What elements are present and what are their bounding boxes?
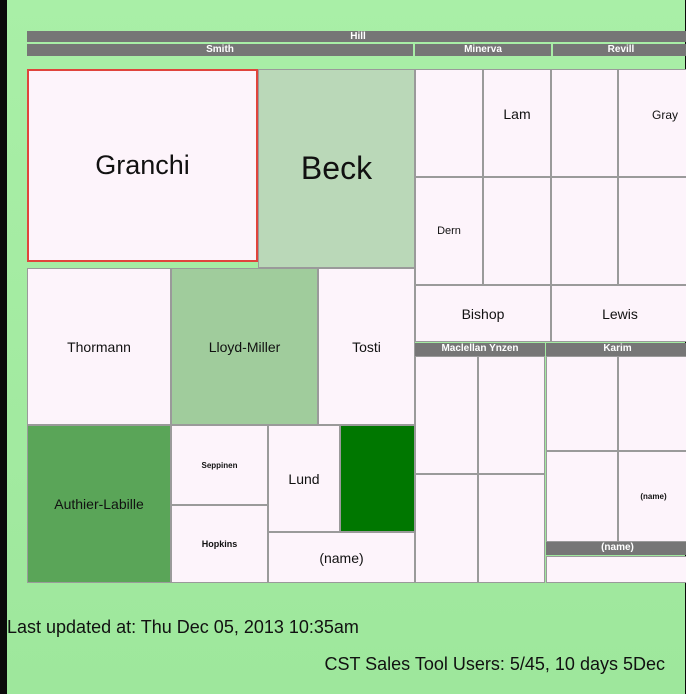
tile-label: Dern <box>437 225 461 237</box>
tile-dern[interactable]: Dern <box>415 177 483 285</box>
tile-revill-blank-1[interactable] <box>551 69 618 177</box>
tile-tosti[interactable]: Tosti <box>318 268 415 425</box>
tile-label: Authier-Labille <box>54 496 144 512</box>
tile-seppinen[interactable]: Seppinen <box>171 425 268 505</box>
tile-label: Hopkins <box>201 539 238 549</box>
tile-bishop[interactable]: Bishop <box>415 285 551 342</box>
header-hill[interactable]: Hill <box>27 31 686 42</box>
tile-revill-blank-3[interactable] <box>618 177 686 285</box>
tile-granchi[interactable]: Granchi <box>27 69 258 262</box>
tile-label: Lewis <box>602 305 638 322</box>
header-karim-sub[interactable]: (name) <box>546 542 686 555</box>
tile-lewis[interactable]: Lewis <box>551 285 686 342</box>
tile-label: Beck <box>300 150 373 186</box>
tile-label: Lund <box>288 470 320 487</box>
header-minerva[interactable]: Minerva <box>415 44 551 56</box>
tile-label: Bishop <box>461 305 505 322</box>
tile-minerva-blank-2[interactable] <box>483 177 551 285</box>
tile-maclellan-3[interactable] <box>415 474 478 583</box>
tile-smith-name[interactable]: (name) <box>268 532 415 583</box>
tile-beck[interactable]: Beck <box>258 69 415 268</box>
tile-karim-2[interactable] <box>618 356 686 451</box>
header-revill[interactable]: Revill <box>553 44 686 56</box>
tile-lam[interactable]: Lam <box>483 69 551 177</box>
tile-lloyd-miller[interactable]: Lloyd-Miller <box>171 268 318 425</box>
header-maclellan-ynzen[interactable]: Maclellan Ynzen <box>415 343 545 356</box>
tile-label: Gray <box>651 108 678 122</box>
tile-dark-green[interactable] <box>340 425 415 532</box>
app-panel: Hill Smith Minerva Revill Maclellan Ynze… <box>7 0 686 694</box>
tile-minerva-blank-1[interactable] <box>415 69 483 177</box>
tile-label: Lam <box>503 106 531 122</box>
tile-label: Seppinen <box>201 460 238 470</box>
treemap: Hill Smith Minerva Revill Maclellan Ynze… <box>7 0 686 600</box>
tile-thormann[interactable]: Thormann <box>27 268 171 425</box>
tile-label: Tosti <box>352 338 381 355</box>
tile-karim-name[interactable]: (name) <box>618 451 686 542</box>
users-summary-text: CST Sales Tool Users: 5/45, 10 days 5Dec <box>324 654 665 674</box>
tile-label: (name) <box>319 549 364 566</box>
tile-revill-blank-2[interactable] <box>551 177 618 285</box>
tile-maclellan-2[interactable] <box>478 356 545 474</box>
tile-gray[interactable]: Gray <box>618 69 686 177</box>
tile-maclellan-1[interactable] <box>415 356 478 474</box>
tile-label: Thormann <box>67 338 131 355</box>
tile-label: Granchi <box>95 150 190 180</box>
tile-karim-1[interactable] <box>546 356 618 451</box>
tile-label: Lloyd-Miller <box>208 338 281 355</box>
tile-label: (name) <box>640 492 667 501</box>
tile-maclellan-4[interactable] <box>478 474 545 583</box>
tile-karim-bottom[interactable] <box>546 556 686 583</box>
last-updated-text: Last updated at: Thu Dec 05, 2013 10:35a… <box>7 617 359 637</box>
header-karim[interactable]: Karim <box>546 343 686 356</box>
header-smith[interactable]: Smith <box>27 44 413 56</box>
tile-authier-labille[interactable]: Authier-Labille <box>27 425 171 583</box>
tile-karim-3[interactable] <box>546 451 618 542</box>
tile-lund[interactable]: Lund <box>268 425 340 532</box>
tile-hopkins[interactable]: Hopkins <box>171 505 268 583</box>
